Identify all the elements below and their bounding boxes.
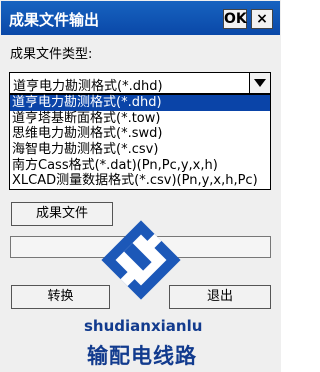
option-xlcad-csv[interactable]: XLCAD测量数据格式(*.csv)(Pn,y,x,h,Pc)	[10, 173, 270, 189]
convert-button[interactable]: 转换	[11, 285, 110, 309]
close-button[interactable]: ×	[251, 9, 273, 29]
option-cass-dat[interactable]: 南方Cass格式(*.dat)(Pn,Pc,y,x,h)	[10, 158, 270, 174]
chevron-down-icon	[254, 79, 266, 87]
window-title: 成果文件输出	[9, 11, 100, 29]
brand-latin-text: shudianxianlu	[84, 317, 203, 335]
file-type-options-list: 道亨电力勘测格式(*.dhd) 道亨塔基断面格式(*.tow) 思维电力勘测格式…	[9, 94, 271, 190]
result-file-button[interactable]: 成果文件	[11, 202, 113, 226]
option-tow[interactable]: 道亨塔基断面格式(*.tow)	[10, 111, 270, 127]
option-swd[interactable]: 思维电力勘测格式(*.swd)	[10, 126, 270, 142]
file-type-selected: 道亨电力勘测格式(*.dhd)	[13, 79, 163, 94]
file-type-select[interactable]: 道亨电力勘测格式(*.dhd)	[9, 72, 271, 94]
option-csv-haizhi[interactable]: 海智电力勘测格式(*.csv)	[10, 142, 270, 158]
ok-button[interactable]: OK	[223, 9, 247, 29]
title-bar: 成果文件输出 OK ×	[1, 1, 280, 35]
file-type-label: 成果文件类型:	[10, 47, 93, 62]
brand-chinese-text: 输配电线路	[87, 344, 197, 368]
exit-button[interactable]: 退出	[169, 285, 271, 309]
dialog-window: 成果文件输出 OK × 成果文件类型: 道亨电力勘测格式(*.dhd) 道亨电力…	[0, 0, 281, 372]
dropdown-toggle[interactable]	[249, 73, 270, 93]
option-dhd[interactable]: 道亨电力勘测格式(*.dhd)	[10, 95, 270, 111]
